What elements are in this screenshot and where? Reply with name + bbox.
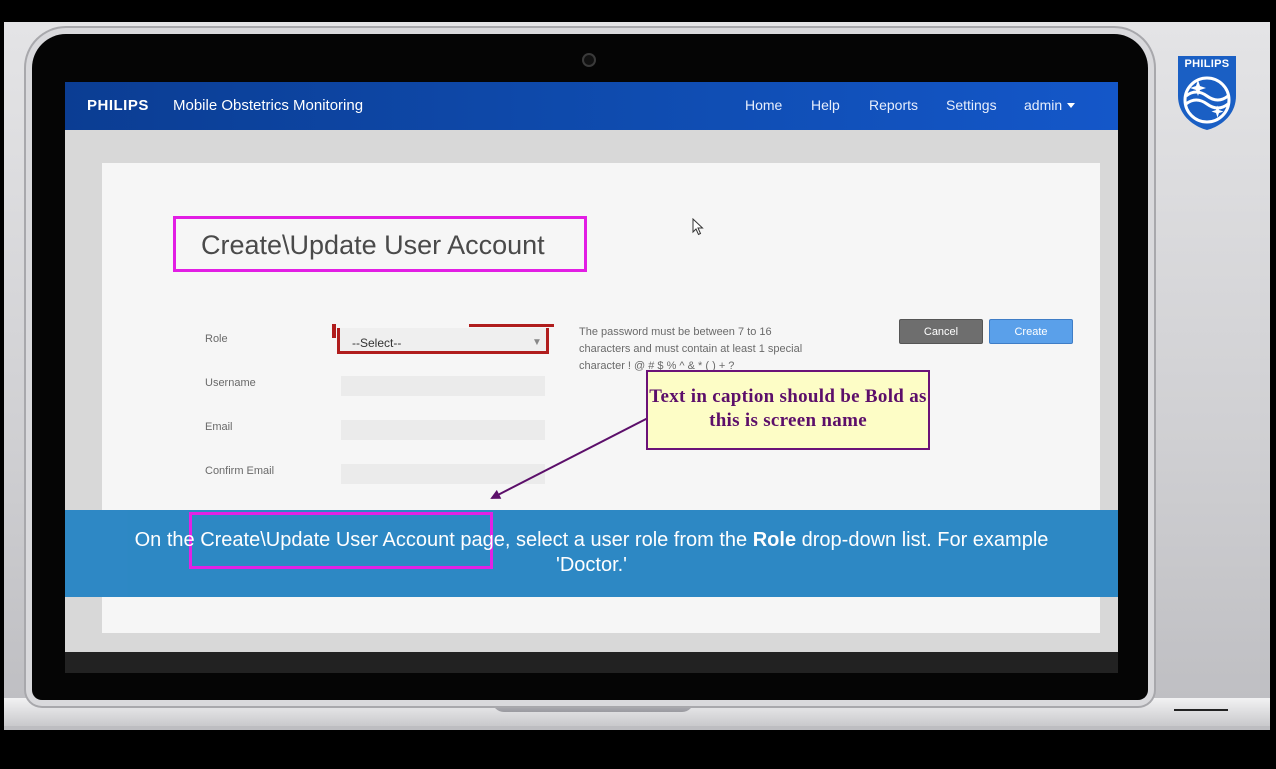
mouse-cursor-icon bbox=[692, 218, 704, 236]
caption-bar: On the Create\Update User Account page, … bbox=[65, 510, 1118, 597]
nav-admin-menu[interactable]: admin bbox=[1024, 97, 1076, 113]
annotation-callout: Text in caption should be Bold as this i… bbox=[646, 370, 930, 450]
philips-logo[interactable]: PHILIPS bbox=[87, 97, 149, 114]
app-screen: PHILIPS Mobile Obstetrics Monitoring Hom… bbox=[65, 82, 1118, 673]
screen-bottom-strip bbox=[65, 652, 1118, 673]
confirm-email-label: Confirm Email bbox=[205, 465, 275, 477]
caption-bold-role: Role bbox=[752, 529, 797, 551]
caret-down-icon bbox=[1067, 103, 1076, 108]
password-hint: The password must be between 7 to 16 cha… bbox=[579, 326, 803, 372]
page-title: Create\Update User Account bbox=[201, 230, 545, 260]
select-highlight-left bbox=[332, 324, 336, 338]
username-label: Username bbox=[205, 377, 256, 389]
laptop-base-line bbox=[1174, 709, 1228, 711]
create-button[interactable]: Create bbox=[989, 319, 1073, 344]
dropdown-arrow-icon: ▼ bbox=[532, 337, 542, 348]
role-select[interactable]: --Select-- bbox=[337, 328, 549, 354]
nav-reports[interactable]: Reports bbox=[869, 97, 918, 113]
nav-settings[interactable]: Settings bbox=[946, 97, 997, 113]
email-input[interactable] bbox=[341, 420, 545, 440]
webcam-icon bbox=[582, 53, 596, 67]
nav-home[interactable]: Home bbox=[745, 97, 782, 113]
admin-label: admin bbox=[1024, 97, 1063, 113]
nav-help[interactable]: Help bbox=[811, 97, 840, 113]
confirm-email-input[interactable] bbox=[341, 464, 545, 484]
caption-screen-name: Create\Update User Account bbox=[200, 529, 455, 551]
top-navbar: PHILIPS Mobile Obstetrics Monitoring Hom… bbox=[65, 82, 1118, 130]
philips-emblem-text: PHILIPS bbox=[1184, 58, 1230, 70]
email-label: Email bbox=[205, 421, 233, 433]
username-input[interactable] bbox=[341, 376, 545, 396]
role-label: Role bbox=[205, 333, 228, 345]
product-name: Mobile Obstetrics Monitoring bbox=[173, 97, 364, 114]
select-highlight-top bbox=[469, 324, 554, 327]
caption-text: On the Create\Update User Account page, … bbox=[134, 529, 1049, 576]
laptop-hinge bbox=[492, 700, 694, 712]
cancel-button[interactable]: Cancel bbox=[899, 319, 983, 344]
